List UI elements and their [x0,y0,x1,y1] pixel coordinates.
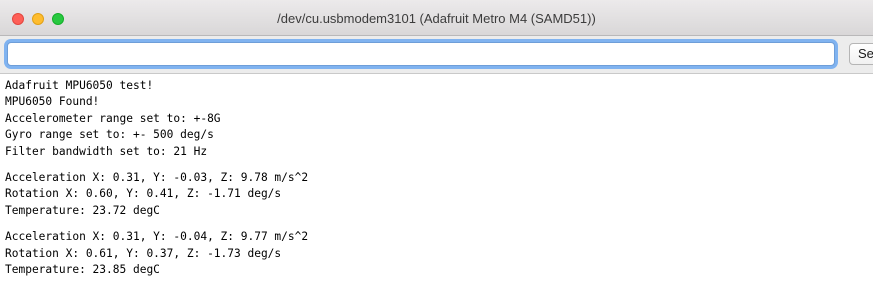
output-line: Temperature: 23.72 degC [5,203,160,217]
output-gap [5,160,873,170]
title-bar[interactable]: /dev/cu.usbmodem3101 (Adafruit Metro M4 … [0,0,873,36]
output-block-reading-2: Acceleration X: 0.31, Y: -0.04, Z: 9.77 … [5,229,873,278]
output-line: Rotation X: 0.60, Y: 0.41, Z: -1.71 deg/… [5,187,282,201]
output-line: Acceleration X: 0.31, Y: -0.04, Z: 9.77 … [5,230,309,244]
output-line: Adafruit MPU6050 test! [5,79,154,92]
output-line: Accelerometer range set to: +-8G [5,111,221,125]
output-line: Filter bandwidth set to: 21 Hz [5,144,208,158]
serial-output-console[interactable]: Adafruit MPU6050 test! MPU6050 Found! Ac… [0,74,873,305]
output-block-setup: Adafruit MPU6050 test! MPU6050 Found! Ac… [5,78,873,160]
serial-input-field[interactable] [7,42,835,66]
output-block-reading-1: Acceleration X: 0.31, Y: -0.03, Z: 9.78 … [5,170,873,219]
window-title: /dev/cu.usbmodem3101 (Adafruit Metro M4 … [277,11,596,26]
send-toolbar: Send [0,36,873,74]
output-line: MPU6050 Found! [5,95,100,109]
output-line: Temperature: 23.85 degC [5,262,160,276]
serial-input[interactable] [8,43,834,65]
output-line: Gyro range set to: +- 500 deg/s [5,128,214,142]
send-button[interactable]: Send [849,43,873,65]
output-line: Acceleration X: 0.31, Y: -0.03, Z: 9.78 … [5,170,309,184]
serial-monitor-window: /dev/cu.usbmodem3101 (Adafruit Metro M4 … [0,0,873,305]
output-line: Rotation X: 0.61, Y: 0.37, Z: -1.73 deg/… [5,246,282,260]
output-gap [5,219,873,229]
